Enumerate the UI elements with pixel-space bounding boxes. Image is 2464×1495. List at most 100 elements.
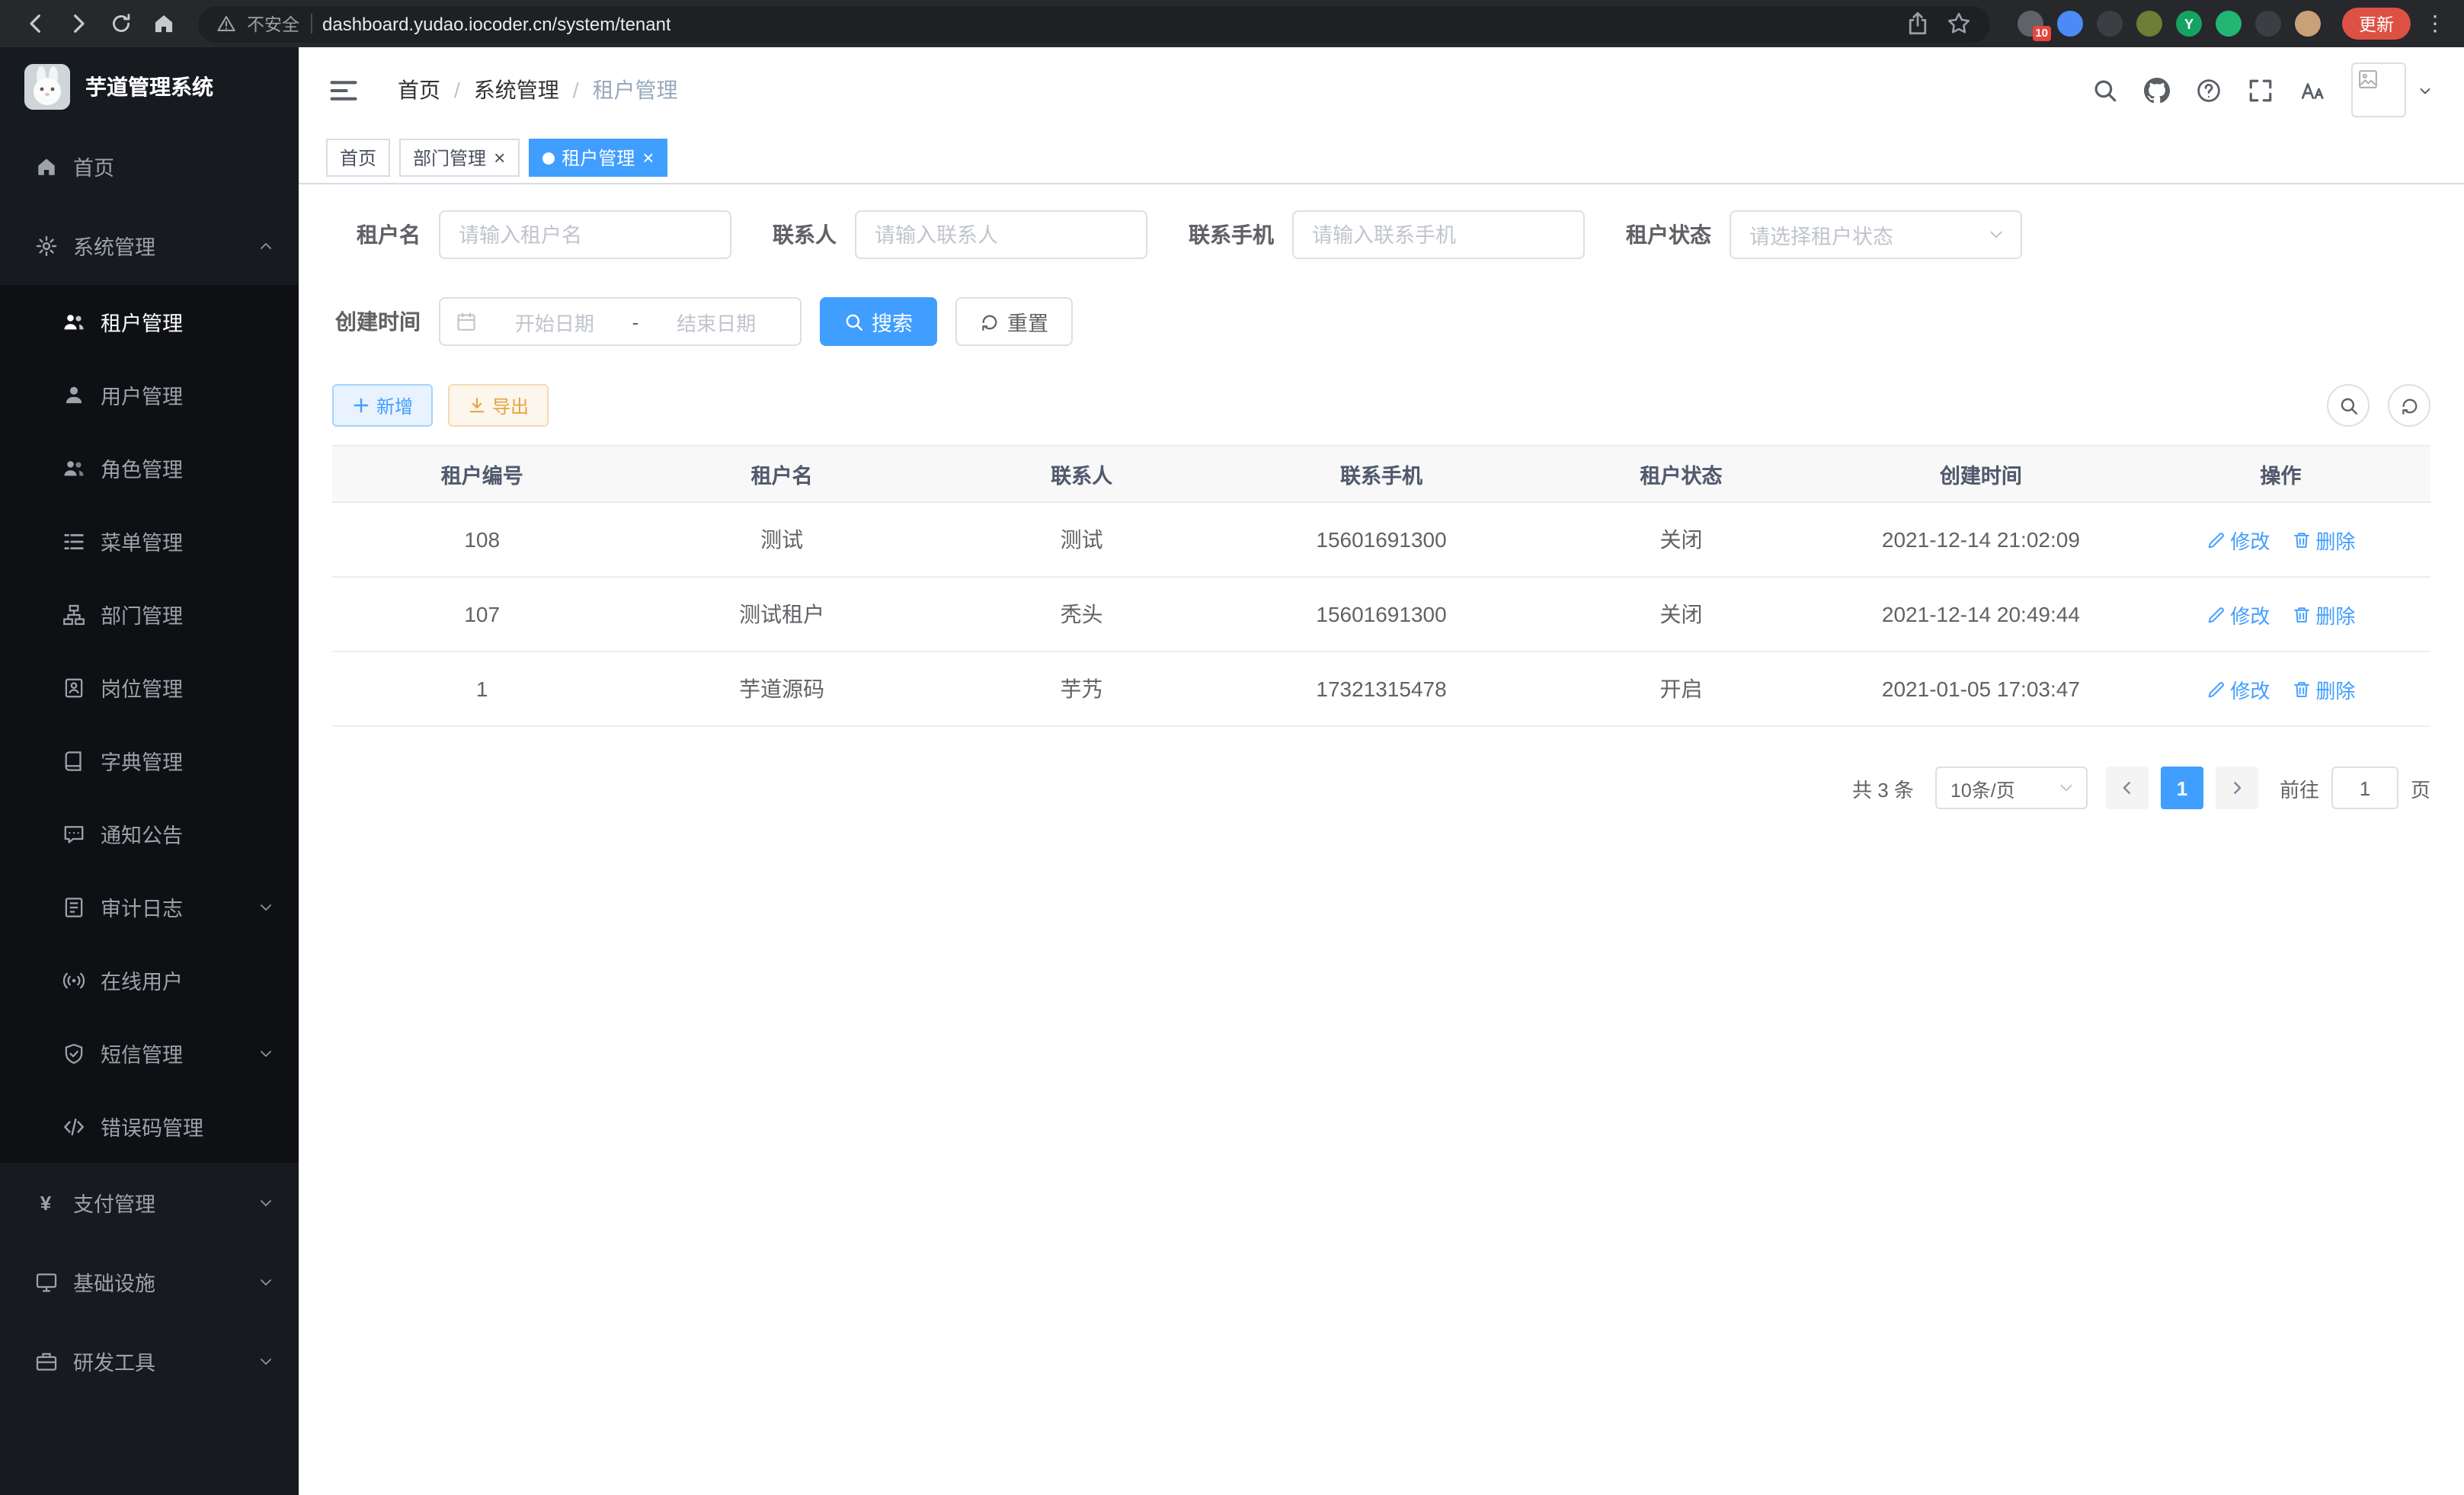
font-size-icon[interactable] [2299, 77, 2325, 103]
security-label[interactable]: 不安全 [247, 11, 299, 36]
share-icon[interactable] [1905, 11, 1931, 37]
column-header[interactable]: 创建时间 [1831, 447, 2130, 503]
column-header[interactable]: 租户状态 [1531, 447, 1831, 503]
export-button[interactable]: 导出 [448, 384, 549, 427]
refresh-table-button[interactable] [2388, 384, 2430, 427]
logo-row[interactable]: 芋道管理系统 [0, 47, 299, 126]
sidebar-item[interactable]: 角色管理 [0, 431, 299, 504]
delete-link[interactable]: 删除 [2291, 525, 2355, 554]
browser-back-icon[interactable] [15, 4, 55, 43]
fullscreen-icon[interactable] [2248, 77, 2274, 103]
delete-link[interactable]: 删除 [2291, 674, 2355, 703]
edit-link[interactable]: 修改 [2206, 525, 2270, 554]
extension-icon[interactable] [2295, 11, 2321, 37]
page-unit-label: 页 [2411, 773, 2430, 802]
sidebar-item[interactable]: ¥ 支付管理 [0, 1163, 299, 1242]
help-icon[interactable] [2196, 77, 2222, 103]
table-row[interactable]: 108 测试 测试 15601691300 关闭 2021-12-14 21:0… [332, 503, 2430, 578]
status-select[interactable]: 请选择租户状态 [1730, 210, 2022, 259]
sidebar-toggle-icon[interactable] [329, 75, 358, 104]
extension-icon[interactable] [2097, 11, 2123, 37]
extension-icon[interactable] [2216, 11, 2242, 37]
sidebar-item[interactable]: 部门管理 [0, 578, 299, 651]
extension-icon[interactable] [2057, 11, 2083, 37]
date-range-picker[interactable]: 开始日期 - 结束日期 [439, 297, 802, 346]
sidebar-item[interactable]: 用户管理 [0, 358, 299, 431]
goto-page-input[interactable] [2331, 767, 2398, 809]
breadcrumb-item[interactable]: 首页 [398, 75, 440, 105]
add-button[interactable]: 新增 [332, 384, 433, 427]
sidebar-item[interactable]: 首页 [0, 126, 299, 206]
cell-contact: 测试 [932, 503, 1231, 578]
view-tab[interactable]: 首页 [326, 139, 390, 177]
breadcrumb-item[interactable]: 租户管理 [593, 75, 678, 105]
tab-close-icon[interactable]: × [642, 148, 654, 168]
phone-input[interactable] [1292, 210, 1585, 259]
sidebar-item[interactable]: 字典管理 [0, 724, 299, 797]
extension-icon[interactable]: 10 [2018, 11, 2043, 37]
github-icon[interactable] [2144, 77, 2170, 103]
sidebar-item[interactable]: 在线用户 [0, 943, 299, 1016]
view-tab[interactable]: 部门管理 × [399, 139, 519, 177]
date-end-placeholder: 结束日期 [648, 307, 785, 336]
tenant-name-input[interactable] [439, 210, 731, 259]
chevron-right-icon [2228, 779, 2246, 797]
sidebar-item[interactable]: 通知公告 [0, 797, 299, 870]
tab-close-icon[interactable]: × [494, 148, 505, 168]
contact-input[interactable] [855, 210, 1147, 259]
role-icon [61, 456, 85, 480]
view-tab[interactable]: 租户管理 × [528, 139, 667, 177]
sidebar-item[interactable]: 错误码管理 [0, 1090, 299, 1163]
table-toolbar: 新增 导出 [332, 384, 2430, 427]
cell-phone: 15601691300 [1231, 578, 1531, 652]
sidebar-item-label: 错误码管理 [101, 1111, 203, 1141]
extension-icon[interactable] [2255, 11, 2281, 37]
sidebar-item[interactable]: 系统管理 [0, 206, 299, 285]
sidebar-item[interactable]: 基础设施 [0, 1242, 299, 1321]
delete-link[interactable]: 删除 [2291, 600, 2355, 629]
plus-icon [352, 396, 370, 415]
prev-page-button[interactable] [2106, 767, 2149, 809]
address-bar[interactable]: 不安全 dashboard.yudao.iocoder.cn/system/te… [198, 5, 1990, 42]
search-button[interactable]: 搜索 [820, 297, 937, 346]
column-header[interactable]: 操作 [2131, 447, 2430, 503]
user-avatar-menu[interactable] [2351, 62, 2434, 117]
sidebar-item[interactable]: 岗位管理 [0, 651, 299, 724]
table-row[interactable]: 107 测试租户 秃头 15601691300 关闭 2021-12-14 20… [332, 578, 2430, 652]
column-header[interactable]: 租户编号 [332, 447, 632, 503]
sidebar-item[interactable]: 审计日志 [0, 870, 299, 943]
next-page-button[interactable] [2216, 767, 2258, 809]
sidebar-item-label: 岗位管理 [101, 672, 183, 703]
extension-icon[interactable] [2136, 11, 2162, 37]
sidebar-item[interactable]: 菜单管理 [0, 504, 299, 578]
browser-home-icon[interactable] [143, 4, 183, 43]
breadcrumb-item[interactable]: 系统管理 [474, 75, 559, 105]
bookmark-star-icon[interactable] [1946, 11, 1972, 37]
toggle-search-button[interactable] [2327, 384, 2370, 427]
extension-icon[interactable]: Y [2176, 11, 2202, 37]
current-page-button[interactable]: 1 [2161, 767, 2203, 809]
chevron-down-icon [2057, 779, 2075, 797]
page-size-select[interactable]: 10条/页 [1935, 767, 2088, 809]
reset-button[interactable]: 重置 [955, 297, 1073, 346]
sidebar-item[interactable]: 短信管理 [0, 1016, 299, 1090]
browser-menu-icon[interactable]: ⋮ [2424, 11, 2446, 37]
sidebar-item[interactable]: 研发工具 [0, 1321, 299, 1401]
chrome-update-button[interactable]: 更新 [2342, 8, 2411, 40]
extension-badge: 10 [2032, 25, 2051, 41]
column-header[interactable]: 联系人 [932, 447, 1231, 503]
home-icon [34, 154, 58, 178]
browser-reload-icon[interactable] [101, 4, 140, 43]
url-text[interactable]: dashboard.yudao.iocoder.cn/system/tenant [322, 13, 671, 34]
contact-label: 联系人 [773, 219, 837, 250]
table-row[interactable]: 1 芋道源码 芋艿 17321315478 开启 2021-01-05 17:0… [332, 652, 2430, 727]
cell-tenant-id: 1 [332, 652, 632, 727]
browser-forward-icon[interactable] [58, 4, 98, 43]
column-header[interactable]: 联系手机 [1231, 447, 1531, 503]
cell-status: 关闭 [1531, 578, 1831, 652]
column-header[interactable]: 租户名 [632, 447, 931, 503]
edit-link[interactable]: 修改 [2206, 600, 2270, 629]
edit-link[interactable]: 修改 [2206, 674, 2270, 703]
sidebar-item[interactable]: 租户管理 [0, 285, 299, 358]
search-icon[interactable] [2092, 77, 2118, 103]
